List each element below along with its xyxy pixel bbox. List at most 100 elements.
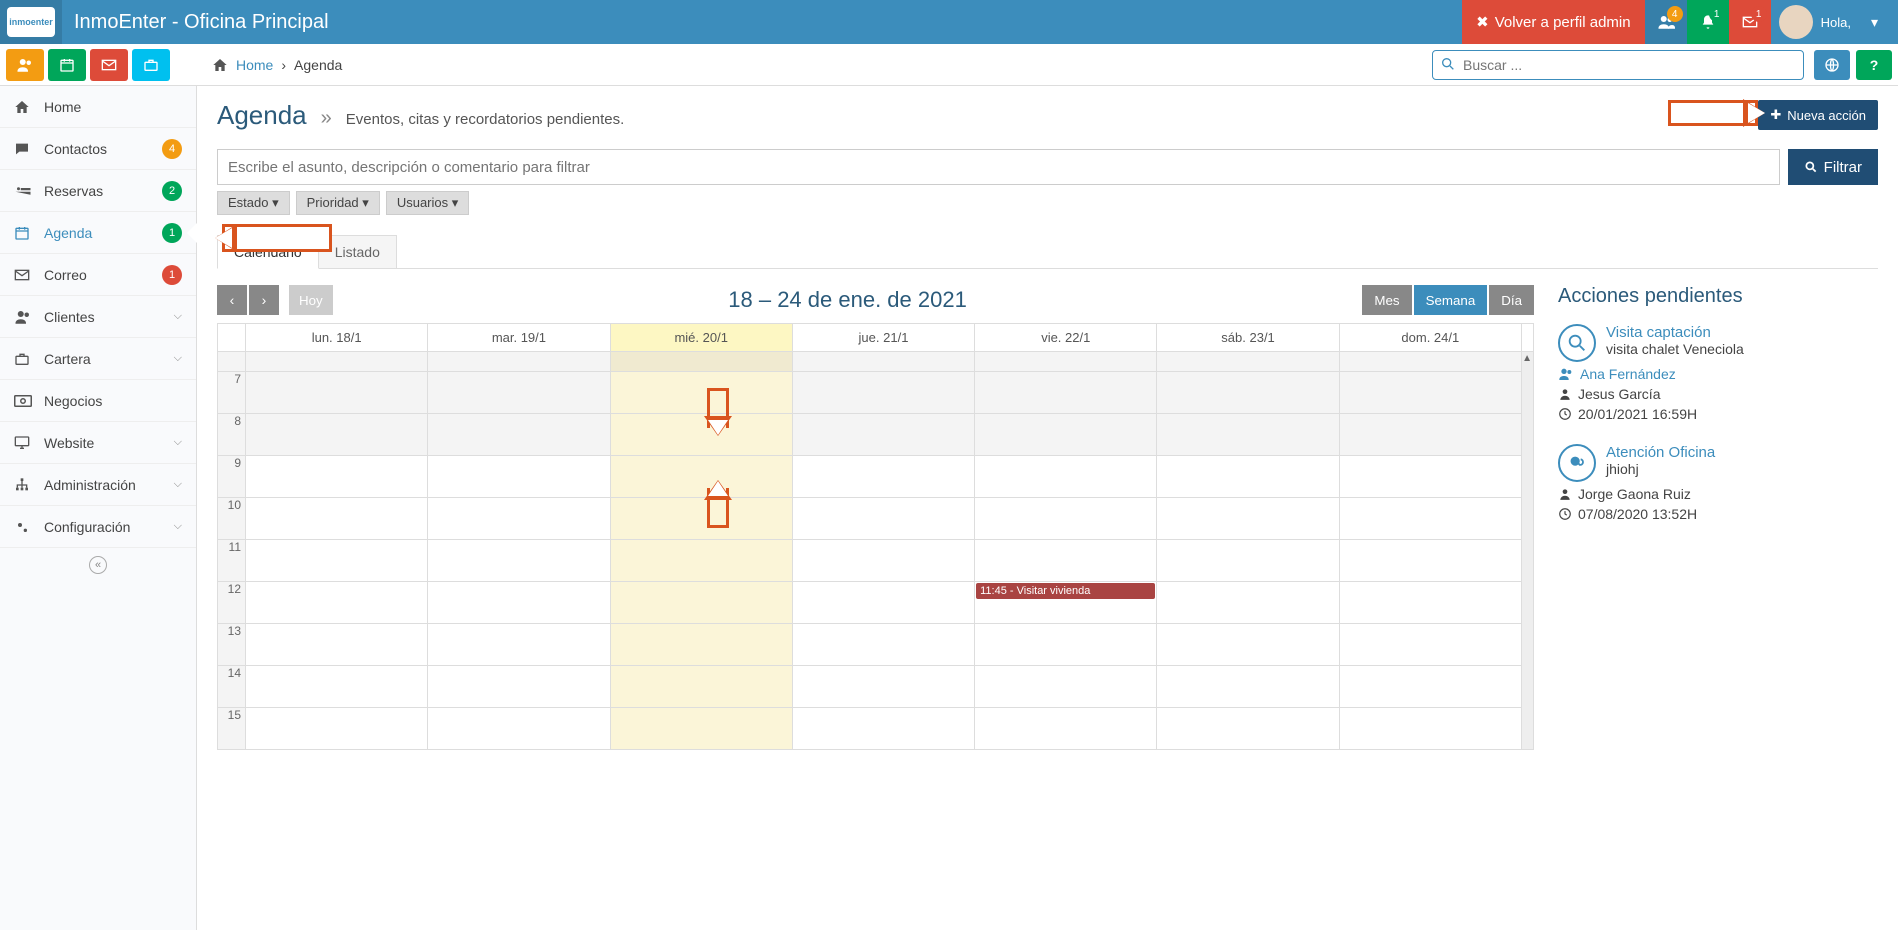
breadcrumb-home[interactable]: Home xyxy=(236,57,273,73)
today-button[interactable]: Hoy xyxy=(289,285,333,315)
sidebar-item-correo[interactable]: Correo 1 xyxy=(0,254,196,296)
globe-icon xyxy=(1824,57,1840,73)
day-header: jue. 21/1 xyxy=(792,324,974,352)
hour-label: 11 xyxy=(218,540,246,582)
pending-agent: Jorge Gaona Ruiz xyxy=(1558,486,1878,502)
help-button[interactable]: ? xyxy=(1856,50,1892,80)
sidebar-item-negocios[interactable]: Negocios xyxy=(0,380,196,422)
sidebar-item-reservas[interactable]: Reservas 2 xyxy=(0,170,196,212)
next-week-button[interactable]: › xyxy=(249,285,279,315)
mail-button[interactable]: 1 xyxy=(1729,0,1771,44)
user-icon xyxy=(1558,387,1572,401)
caret-down-icon: ▾ xyxy=(1871,14,1878,31)
close-icon: ✖ xyxy=(1476,13,1489,31)
sidebar-item-contactos[interactable]: Contactos 4 xyxy=(0,128,196,170)
hour-label: 8 xyxy=(218,414,246,456)
prev-week-button[interactable]: ‹ xyxy=(217,285,247,315)
pending-item-title[interactable]: Atención Oficina xyxy=(1606,444,1715,461)
sidebar-item-cartera[interactable]: Cartera ⌵ xyxy=(0,338,196,380)
filter-estado-dropdown[interactable]: Estado ▾ xyxy=(217,191,290,215)
dd-label: Estado xyxy=(228,195,268,210)
back-to-admin-label: Volver a perfil admin xyxy=(1495,14,1631,31)
quick-briefcase-button[interactable] xyxy=(132,49,170,81)
calendar-icon xyxy=(59,57,75,73)
quick-actions xyxy=(0,49,198,81)
view-month-button[interactable]: Mes xyxy=(1362,285,1411,315)
sidebar-item-label: Home xyxy=(44,99,182,115)
office-icon xyxy=(1558,444,1596,482)
notifications-button[interactable]: 1 xyxy=(1687,0,1729,44)
caret-down-icon: ▾ xyxy=(452,195,459,210)
mail-badge: 1 xyxy=(1751,6,1767,22)
day-header: dom. 24/1 xyxy=(1339,324,1521,352)
sidebar-item-website[interactable]: Website ⌵ xyxy=(0,422,196,464)
sidebar-item-home[interactable]: Home xyxy=(0,86,196,128)
filter-input[interactable] xyxy=(217,149,1780,185)
pending-client[interactable]: Ana Fernández xyxy=(1558,366,1878,382)
topbar: inmoenter InmoEnter - Oficina Principal … xyxy=(0,0,1898,44)
secondbar: Home › Agenda ? xyxy=(0,44,1898,86)
pending-agent-name: Jorge Gaona Ruiz xyxy=(1578,486,1691,502)
users-icon xyxy=(14,309,32,325)
sidebar-item-label: Administración xyxy=(44,477,162,493)
day-header: sáb. 23/1 xyxy=(1157,324,1339,352)
quick-users-button[interactable] xyxy=(6,49,44,81)
dd-label: Prioridad xyxy=(307,195,359,210)
calendar-event[interactable]: 11:45 - Visitar vivienda xyxy=(976,583,1155,599)
day-header: lun. 18/1 xyxy=(246,324,428,352)
envelope-icon xyxy=(14,267,32,283)
chevron-down-icon: ⌵ xyxy=(174,310,182,323)
pending-column: Acciones pendientes Visita captación vis… xyxy=(1558,285,1878,750)
breadcrumb-current: Agenda xyxy=(294,57,342,73)
day-header: vie. 22/1 xyxy=(975,324,1157,352)
annotation-arrow-up xyxy=(707,488,729,528)
search-input[interactable] xyxy=(1432,50,1804,80)
globe-button[interactable] xyxy=(1814,50,1850,80)
calendar-grid[interactable]: lun. 18/1 mar. 19/1 mié. 20/1 jue. 21/1 … xyxy=(217,323,1534,750)
sidebar-item-label: Correo xyxy=(44,267,150,283)
visit-icon xyxy=(1558,324,1596,362)
caret-down-icon: ▾ xyxy=(362,195,369,210)
sidebar-item-configuracion[interactable]: Configuración ⌵ xyxy=(0,506,196,548)
collapse-sidebar-button[interactable]: « xyxy=(0,548,196,582)
title-separator: » xyxy=(321,107,332,130)
users-icon xyxy=(16,56,34,74)
main-content: Agenda » Eventos, citas y recordatorios … xyxy=(197,86,1898,930)
brand-title: InmoEnter - Oficina Principal xyxy=(62,11,329,34)
page-title: Agenda xyxy=(217,100,307,131)
sidebar-item-clientes[interactable]: Clientes ⌵ xyxy=(0,296,196,338)
view-week-button[interactable]: Semana xyxy=(1414,285,1488,315)
view-day-button[interactable]: Día xyxy=(1489,285,1534,315)
pending-item-title[interactable]: Visita captación xyxy=(1606,324,1744,341)
user-menu[interactable]: Hola, ▾ xyxy=(1771,5,1898,39)
breadcrumb-separator: › xyxy=(281,57,286,73)
sitemap-icon xyxy=(14,477,32,493)
sidebar-item-administracion[interactable]: Administración ⌵ xyxy=(0,464,196,506)
users-button[interactable]: 4 xyxy=(1645,0,1687,44)
sidebar-item-label: Reservas xyxy=(44,183,150,199)
logo[interactable]: inmoenter xyxy=(0,0,62,44)
home-icon xyxy=(212,57,228,73)
calendar-icon xyxy=(14,225,32,241)
sidebar-item-agenda[interactable]: Agenda 1 xyxy=(0,212,196,254)
chevron-down-icon: ⌵ xyxy=(174,520,182,533)
quick-mail-button[interactable] xyxy=(90,49,128,81)
sidebar-item-label: Negocios xyxy=(44,393,182,409)
sidebar-badge: 1 xyxy=(162,223,182,243)
filter-usuarios-dropdown[interactable]: Usuarios ▾ xyxy=(386,191,469,215)
sidebar-item-label: Cartera xyxy=(44,351,162,367)
quick-calendar-button[interactable] xyxy=(48,49,86,81)
hour-label: 14 xyxy=(218,666,246,708)
hour-label: 9 xyxy=(218,456,246,498)
sidebar-badge: 2 xyxy=(162,181,182,201)
pending-agent: Jesus García xyxy=(1558,386,1878,402)
filter-prioridad-dropdown[interactable]: Prioridad ▾ xyxy=(296,191,380,215)
back-to-admin-button[interactable]: ✖ Volver a perfil admin xyxy=(1462,0,1644,44)
pending-item-subtitle: jhiohj xyxy=(1606,461,1715,477)
new-action-label: Nueva acción xyxy=(1787,108,1866,123)
hour-label: 7 xyxy=(218,372,246,414)
filter-button[interactable]: Filtrar xyxy=(1788,149,1878,185)
chevron-right-icon: › xyxy=(262,292,267,308)
caret-down-icon: ▾ xyxy=(272,195,279,210)
money-icon xyxy=(14,394,32,408)
